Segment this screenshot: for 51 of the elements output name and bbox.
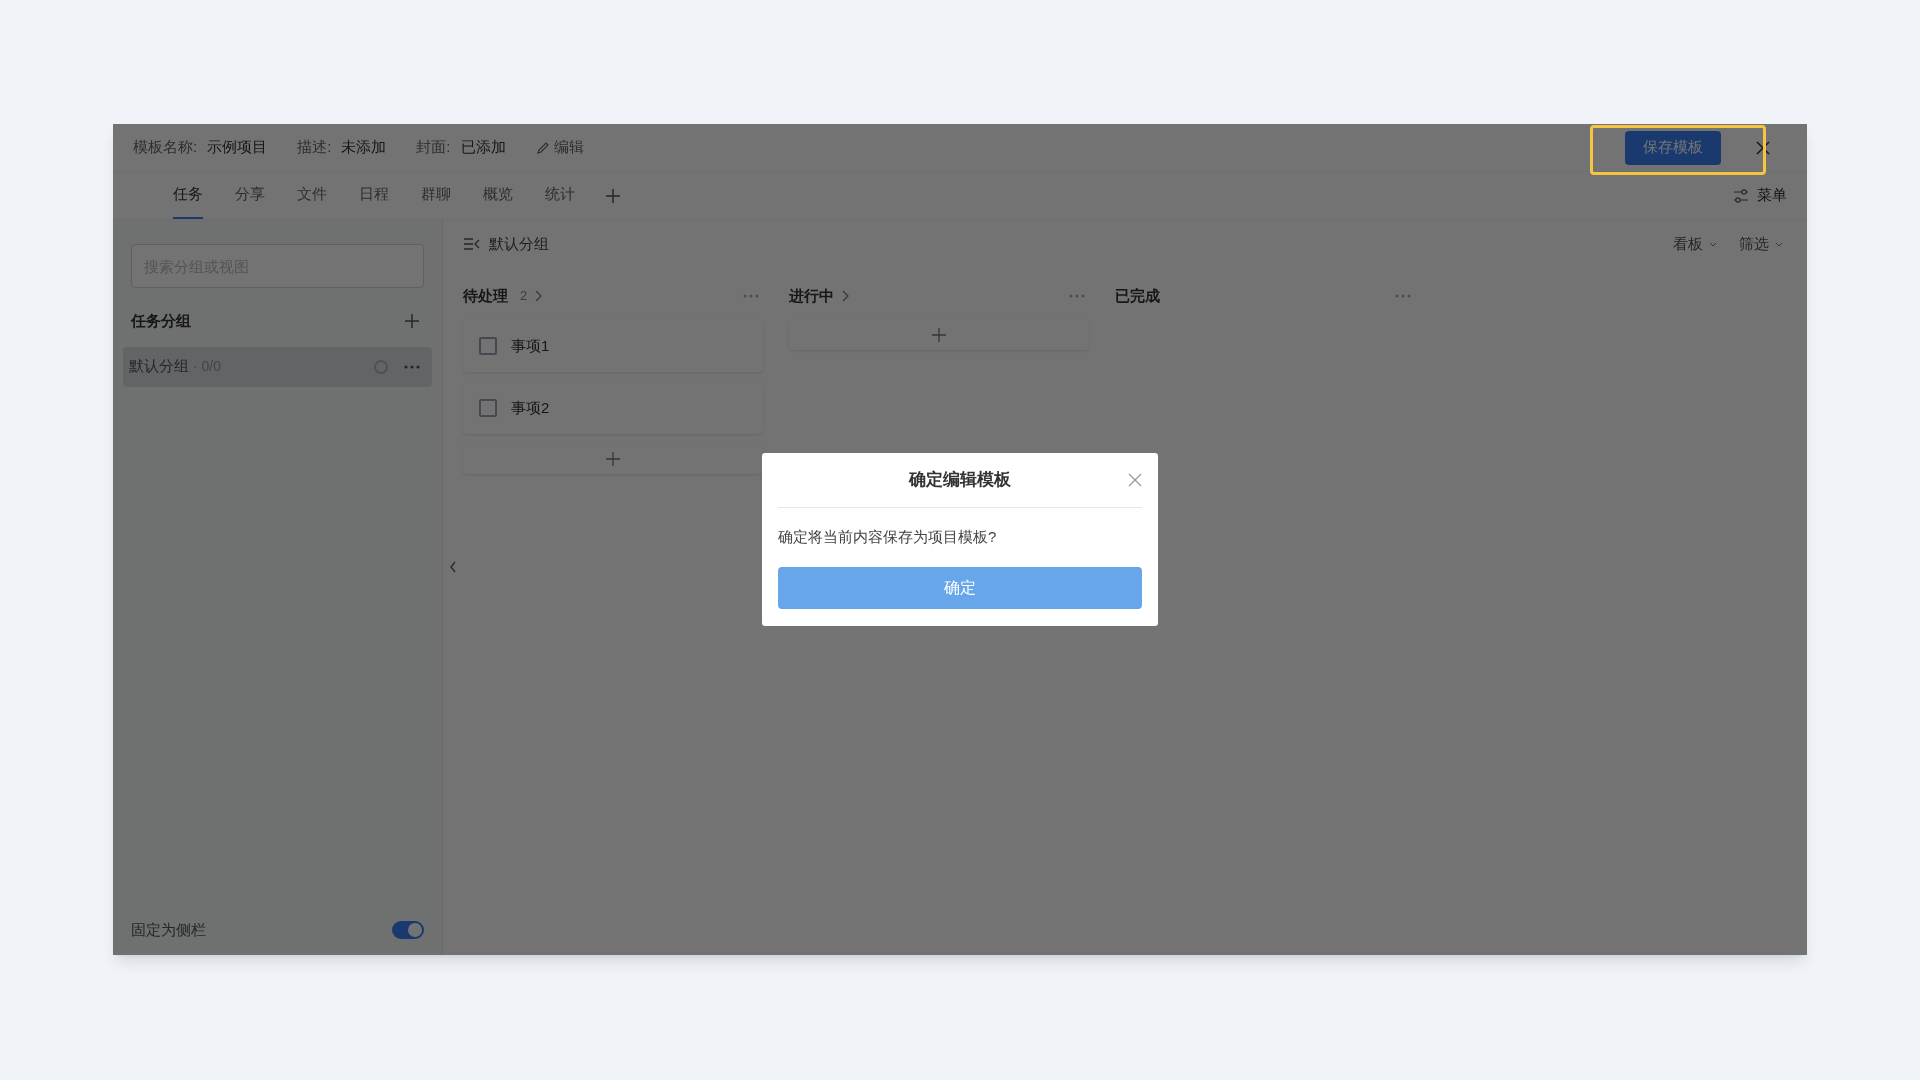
confirm-button[interactable]: 确定 (778, 566, 1142, 609)
section-title: 任务分组 (131, 311, 191, 331)
more-icon[interactable] (404, 364, 420, 369)
dialog-message: 确定将当前内容保存为项目模板? (778, 527, 998, 547)
task-card[interactable]: 事项1 (463, 320, 763, 372)
breadcrumb: 默认分组 (489, 233, 549, 254)
tab[interactable]: 日程 (359, 172, 389, 219)
field-label: 封面: (416, 137, 451, 158)
chevron-right-icon[interactable] (842, 290, 849, 302)
field-value: 已添加 (460, 137, 506, 158)
column-title: 已完成 (1115, 285, 1160, 306)
field-label: 模板名称: (133, 137, 198, 158)
plus-icon (931, 327, 947, 343)
caret-icon (1709, 241, 1717, 247)
tab[interactable]: 文件 (297, 172, 327, 219)
more-icon[interactable] (743, 294, 759, 298)
column-title: 待处理 (463, 285, 508, 306)
tab[interactable]: 群聊 (421, 172, 451, 219)
tab[interactable]: 概览 (483, 172, 513, 219)
checkbox[interactable] (479, 399, 497, 417)
dialog-title: 确定编辑模板 (909, 469, 1011, 492)
collapse-list-icon[interactable] (463, 237, 481, 251)
checkbox[interactable] (479, 337, 497, 355)
add-tab-icon[interactable] (605, 187, 621, 204)
pencil-icon (535, 140, 550, 155)
plus-icon (605, 451, 621, 467)
menu-link[interactable]: 菜单 (1757, 184, 1787, 207)
chevron-right-icon[interactable] (535, 290, 543, 302)
task-title: 事项1 (511, 335, 550, 356)
field-label: 描述: (297, 137, 332, 158)
collapse-handle-icon[interactable] (449, 560, 457, 574)
more-icon[interactable] (1395, 294, 1411, 298)
task-card[interactable]: 事项2 (463, 382, 763, 434)
edit-link[interactable]: 编辑 (535, 136, 584, 159)
close-icon[interactable] (1755, 139, 1771, 156)
add-group-icon[interactable] (404, 313, 420, 330)
tab[interactable]: 分享 (235, 172, 265, 219)
view-dropdown[interactable]: 筛选 (1739, 232, 1783, 256)
save-template-button[interactable]: 保存模板 (1625, 130, 1721, 165)
sliders-icon[interactable] (1733, 187, 1749, 204)
field-value: 未添加 (341, 137, 387, 158)
column-title: 进行中 (789, 285, 834, 306)
group-name: 默认分组 (129, 356, 189, 377)
field-value: 示例项目 (207, 137, 268, 158)
tab[interactable]: 统计 (545, 172, 575, 219)
more-icon[interactable] (1069, 294, 1085, 298)
view-dropdown[interactable]: 看板 (1673, 232, 1717, 256)
pin-toggle[interactable] (392, 921, 424, 939)
task-title: 事项2 (511, 397, 550, 418)
pin-label: 固定为侧栏 (131, 919, 206, 940)
caret-icon (1775, 241, 1783, 247)
